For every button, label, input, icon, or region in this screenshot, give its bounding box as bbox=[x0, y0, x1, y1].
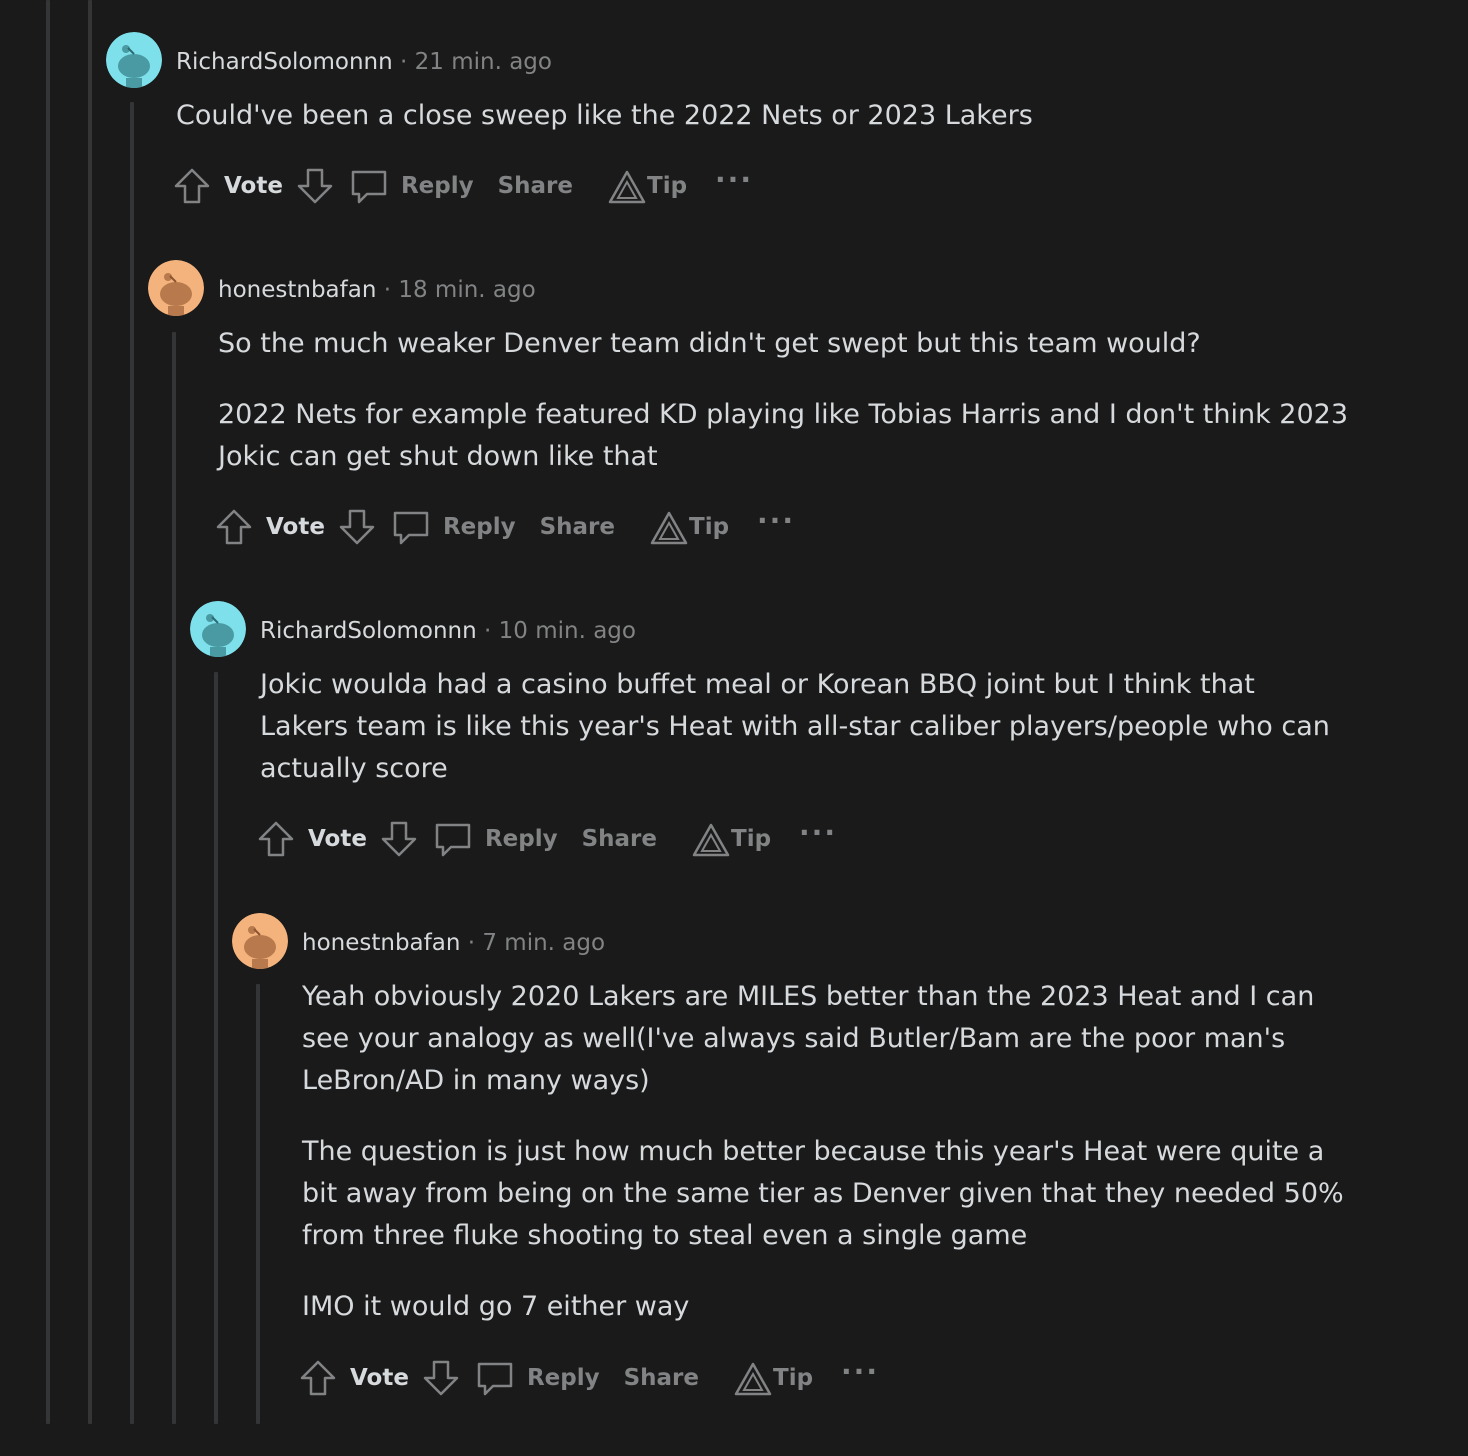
comment-paragraph: So the much weaker Denver team didn't ge… bbox=[218, 328, 1201, 359]
share-button[interactable]: Share bbox=[624, 1365, 699, 1391]
reply-label: Reply bbox=[484, 826, 558, 852]
comment-paragraph: Jokic woulda had a casino buffet meal or… bbox=[260, 669, 1330, 784]
reply-label: Reply bbox=[442, 514, 516, 540]
avatar[interactable] bbox=[190, 601, 246, 657]
tip-button[interactable]: Tip bbox=[691, 819, 771, 859]
tip-label: Tip bbox=[647, 173, 688, 199]
comment-bubble-icon bbox=[349, 166, 389, 206]
reply-button[interactable]: Reply bbox=[433, 819, 558, 859]
author-name[interactable]: RichardSolomonnn bbox=[260, 618, 477, 644]
comment-meta: RichardSolomonnn · 10 min. ago bbox=[260, 617, 636, 645]
comment-actions: Vote Reply Share Tip ··· bbox=[172, 163, 753, 209]
share-button[interactable]: Share bbox=[582, 826, 657, 852]
meta-separator: · bbox=[383, 277, 399, 303]
thread-line-6[interactable] bbox=[256, 984, 260, 1424]
tip-label: Tip bbox=[689, 514, 730, 540]
author-name[interactable]: RichardSolomonnn bbox=[176, 49, 393, 75]
vote-count: Vote bbox=[308, 826, 367, 852]
timestamp[interactable]: 7 min. ago bbox=[482, 930, 605, 956]
vote-count: Vote bbox=[266, 514, 325, 540]
author-name[interactable]: honestnbafan bbox=[302, 930, 460, 956]
vote-count: Vote bbox=[350, 1365, 409, 1391]
upvote-icon[interactable] bbox=[256, 819, 296, 859]
share-button[interactable]: Share bbox=[498, 173, 573, 199]
snoo-avatar-icon bbox=[148, 260, 204, 316]
snoo-avatar-icon bbox=[190, 601, 246, 657]
comment-meta: RichardSolomonnn · 21 min. ago bbox=[176, 48, 552, 76]
tip-triangle-icon bbox=[733, 1358, 773, 1398]
downvote-icon[interactable] bbox=[379, 819, 419, 859]
meta-separator: · bbox=[467, 930, 483, 956]
timestamp[interactable]: 21 min. ago bbox=[415, 49, 552, 75]
comment-body: Could've been a close sweep like the 202… bbox=[176, 95, 1306, 137]
comment-actions: Vote Reply Share Tip ··· bbox=[214, 504, 795, 550]
reply-button[interactable]: Reply bbox=[349, 166, 474, 206]
downvote-icon[interactable] bbox=[337, 507, 377, 547]
comment-actions: Vote Reply Share Tip ··· bbox=[256, 816, 837, 862]
meta-separator: · bbox=[400, 49, 415, 75]
tip-triangle-icon bbox=[691, 819, 731, 859]
tip-triangle-icon bbox=[607, 166, 647, 206]
thread-line-3[interactable] bbox=[130, 102, 134, 1424]
comment-meta: honestnbafan · 18 min. ago bbox=[218, 276, 536, 304]
tip-button[interactable]: Tip bbox=[649, 507, 729, 547]
thread-line-1[interactable] bbox=[46, 0, 50, 1424]
reply-label: Reply bbox=[526, 1365, 600, 1391]
timestamp[interactable]: 18 min. ago bbox=[398, 277, 535, 303]
comment-paragraph: Yeah obviously 2020 Lakers are MILES bet… bbox=[302, 981, 1315, 1096]
comment-actions: Vote Reply Share Tip ··· bbox=[298, 1355, 879, 1401]
upvote-icon[interactable] bbox=[172, 166, 212, 206]
downvote-icon[interactable] bbox=[295, 166, 335, 206]
tip-triangle-icon bbox=[649, 507, 689, 547]
avatar[interactable] bbox=[148, 260, 204, 316]
more-options-icon[interactable]: ··· bbox=[841, 1358, 879, 1386]
tip-label: Tip bbox=[773, 1365, 814, 1391]
tip-button[interactable]: Tip bbox=[733, 1358, 813, 1398]
author-name[interactable]: honestnbafan bbox=[218, 277, 376, 303]
comment-body: So the much weaker Denver team didn't ge… bbox=[218, 323, 1348, 478]
timestamp[interactable]: 10 min. ago bbox=[499, 618, 636, 644]
comment-body: Yeah obviously 2020 Lakers are MILES bet… bbox=[302, 976, 1362, 1328]
reply-button[interactable]: Reply bbox=[391, 507, 516, 547]
comment-body: Jokic woulda had a casino buffet meal or… bbox=[260, 664, 1350, 790]
tip-label: Tip bbox=[731, 826, 772, 852]
snoo-avatar-icon bbox=[232, 913, 288, 969]
thread-line-2[interactable] bbox=[88, 0, 92, 1424]
reply-label: Reply bbox=[400, 173, 474, 199]
thread-line-4[interactable] bbox=[172, 332, 176, 1424]
avatar[interactable] bbox=[106, 32, 162, 88]
more-options-icon[interactable]: ··· bbox=[757, 507, 795, 535]
comment-bubble-icon bbox=[391, 507, 431, 547]
snoo-avatar-icon bbox=[106, 32, 162, 88]
downvote-icon[interactable] bbox=[421, 1358, 461, 1398]
upvote-icon[interactable] bbox=[214, 507, 254, 547]
comment-bubble-icon bbox=[475, 1358, 515, 1398]
comment-paragraph: IMO it would go 7 either way bbox=[302, 1291, 690, 1322]
more-options-icon[interactable]: ··· bbox=[715, 166, 753, 194]
comment-paragraph: 2022 Nets for example featured KD playin… bbox=[218, 399, 1349, 472]
reply-button[interactable]: Reply bbox=[475, 1358, 600, 1398]
vote-count: Vote bbox=[224, 173, 283, 199]
comment-meta: honestnbafan · 7 min. ago bbox=[302, 929, 605, 957]
thread-line-5[interactable] bbox=[214, 672, 218, 1424]
share-button[interactable]: Share bbox=[540, 514, 615, 540]
more-options-icon[interactable]: ··· bbox=[799, 819, 837, 847]
tip-button[interactable]: Tip bbox=[607, 166, 687, 206]
meta-separator: · bbox=[484, 618, 499, 644]
comment-bubble-icon bbox=[433, 819, 473, 859]
avatar[interactable] bbox=[232, 913, 288, 969]
comment-paragraph: The question is just how much better bec… bbox=[302, 1136, 1344, 1251]
upvote-icon[interactable] bbox=[298, 1358, 338, 1398]
comment-paragraph: Could've been a close sweep like the 202… bbox=[176, 100, 1033, 131]
